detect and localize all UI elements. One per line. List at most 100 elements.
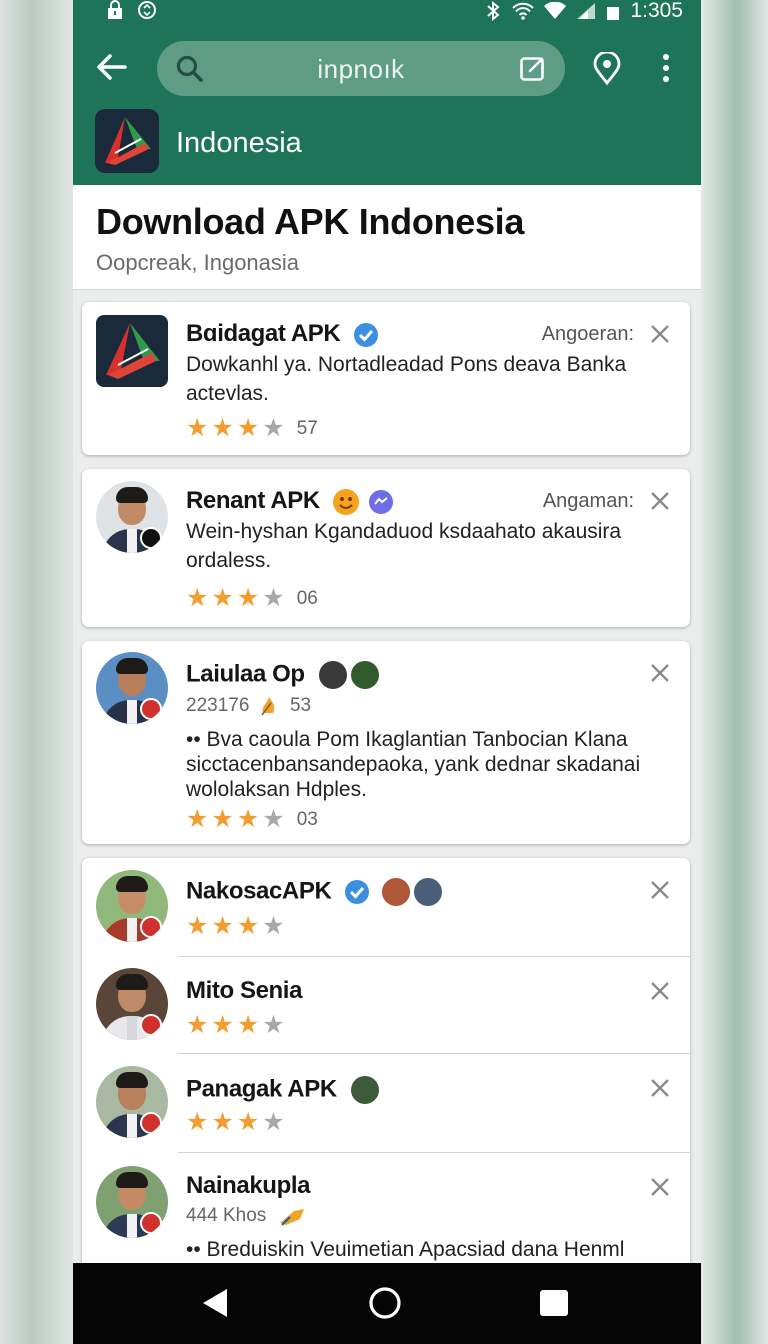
app-logo <box>95 109 159 173</box>
contact-avatar <box>349 659 382 691</box>
cell-signal-icon <box>576 2 596 20</box>
app-name-label: Laiulaa Op <box>186 660 305 688</box>
star-filled-icon: ★ <box>236 414 260 442</box>
app-name-label: Mito Senia <box>186 977 303 1004</box>
navigation-bar <box>73 1263 701 1344</box>
download-count: 223176 <box>186 695 250 717</box>
location-pin-icon[interactable] <box>592 52 622 86</box>
list-item[interactable]: Panagak APK ★ ★ ★ ★ <box>82 1054 690 1152</box>
star-filled-icon: ★ <box>211 584 234 612</box>
bluetooth-icon <box>484 1 502 21</box>
close-icon[interactable] <box>648 489 672 513</box>
close-icon[interactable] <box>648 979 672 1003</box>
star-rating: ★ ★ ★ ★ 03 <box>186 807 318 832</box>
star-rating: ★ ★ ★ ★ 06 <box>186 586 318 611</box>
close-icon[interactable] <box>648 1076 672 1100</box>
star-empty-icon: ★ <box>262 805 285 833</box>
wifi-icon <box>512 2 535 20</box>
avatar <box>96 481 168 553</box>
app-name: Indonesia <box>176 127 302 159</box>
app-description: •• Breduiskin Veuimetian Apacsiad dana H… <box>186 1238 625 1261</box>
app-description: •• Bva caoula Pom Ikaglantian Tanbocian … <box>186 728 641 801</box>
lock-icon <box>105 0 125 20</box>
status-time: 1:305 <box>630 0 683 22</box>
meta-label: Angaman: <box>542 490 634 512</box>
star-rating: ★ ★ ★ ★ <box>186 1110 285 1135</box>
more-options-icon[interactable] <box>657 52 675 84</box>
app-description: Wein-hyshan Kgandaduod ksdaahato akausir… <box>186 520 622 572</box>
list-item[interactable]: Mito Senia ★ ★ ★ ★ <box>82 957 690 1053</box>
star-filled-icon: ★ <box>236 584 260 612</box>
verified-icon <box>344 879 370 905</box>
star-filled-icon: ★ <box>211 414 234 442</box>
search-input[interactable]: inpnoık <box>157 54 565 85</box>
app-name-label: Nainakupla <box>186 1172 311 1199</box>
star-filled-icon: ★ <box>186 1011 209 1039</box>
app-list-card: NakosacAPK ★ ★ ★ ★ Mito Senia ★ ★ ★ ★ Pa… <box>82 858 690 1278</box>
star-rating: ★ ★ ★ ★ 57 <box>186 416 318 441</box>
close-icon[interactable] <box>648 322 672 346</box>
star-empty-icon: ★ <box>262 912 285 940</box>
avatar <box>96 1066 168 1138</box>
verified-icon <box>353 322 379 348</box>
app-name-label: Renant APK <box>186 487 320 514</box>
avatar <box>96 652 168 724</box>
battery-icon <box>606 1 620 21</box>
avatar <box>96 968 168 1040</box>
app-bar: 1:305 inpnoık Indonesia <box>73 0 701 185</box>
nav-back-icon[interactable] <box>201 1287 229 1319</box>
meta-label: Angoeran: <box>541 323 634 345</box>
star-filled-icon: ★ <box>211 805 234 833</box>
star-filled-icon: ★ <box>186 805 209 833</box>
app-card[interactable]: Renant APK Angaman: Wein-hyshan Kgandadu… <box>82 469 690 627</box>
star-rating: ★ ★ ★ ★ <box>186 914 285 939</box>
star-filled-icon: ★ <box>186 414 209 442</box>
nav-home-icon[interactable] <box>368 1286 402 1320</box>
rating-count: 03 <box>296 808 318 830</box>
back-button[interactable] <box>95 52 131 84</box>
page-header: Download APK Indonesia Oopcreak, Ingonas… <box>73 185 701 290</box>
edit-icon[interactable] <box>519 54 547 82</box>
close-icon[interactable] <box>648 1175 672 1199</box>
star-filled-icon: ★ <box>236 912 260 940</box>
app-description: Dowkanhl ya. Nortadleadad Pons deava Ban… <box>186 353 627 405</box>
app-thumbnail <box>96 315 168 387</box>
avatar <box>96 1166 168 1238</box>
app-card[interactable]: Laiulaa Op 223176 53 •• Bva caoula Pom I… <box>82 641 690 844</box>
list-item[interactable]: Nainakupla 444 Khos •• Breduiskin Veuime… <box>82 1153 690 1278</box>
app-name-label: Bɑidagat APK <box>186 320 341 347</box>
star-rating: ★ ★ ★ ★ <box>186 1013 285 1038</box>
sync-icon <box>137 0 157 20</box>
flame-icon <box>259 695 279 717</box>
list-item[interactable]: NakosacAPK ★ ★ ★ ★ <box>82 858 690 956</box>
contact-avatar <box>316 659 349 691</box>
star-empty-icon: ★ <box>262 1108 285 1136</box>
close-icon[interactable] <box>648 661 672 685</box>
star-filled-icon: ★ <box>211 1108 234 1136</box>
contact-avatar <box>412 876 445 908</box>
app-name-label: NakosacAPK <box>186 877 332 905</box>
search-bar[interactable]: inpnoık <box>157 41 565 96</box>
avatar <box>96 870 168 942</box>
star-empty-icon: ★ <box>262 414 285 442</box>
phone-screen: 1:305 inpnoık Indonesia Download APK Ind… <box>73 0 701 1344</box>
contact-avatar <box>349 1074 382 1106</box>
star-filled-icon: ★ <box>236 1108 260 1136</box>
status-bar: 1:305 <box>73 0 701 24</box>
signal-wifi-icon <box>544 2 567 20</box>
star-filled-icon: ★ <box>211 1011 234 1039</box>
page-subtitle: Oopcreak, Ingonasia <box>96 250 300 275</box>
messenger-icon <box>368 489 394 515</box>
nav-recents-icon[interactable] <box>539 1289 569 1317</box>
star-filled-icon: ★ <box>236 1011 260 1039</box>
stat-value: 53 <box>289 695 312 717</box>
rating-count: 57 <box>296 417 318 439</box>
app-card[interactable]: Bɑidagat APK Angoeran: Dowkanhl ya. Nort… <box>82 302 690 455</box>
star-filled-icon: ★ <box>186 912 209 940</box>
close-icon[interactable] <box>648 878 672 902</box>
app-name-label: Panagak APK <box>186 1075 337 1103</box>
emoji-icon <box>332 488 360 516</box>
star-filled-icon: ★ <box>186 584 209 612</box>
rating-count: 06 <box>296 587 318 609</box>
star-empty-icon: ★ <box>262 584 285 612</box>
